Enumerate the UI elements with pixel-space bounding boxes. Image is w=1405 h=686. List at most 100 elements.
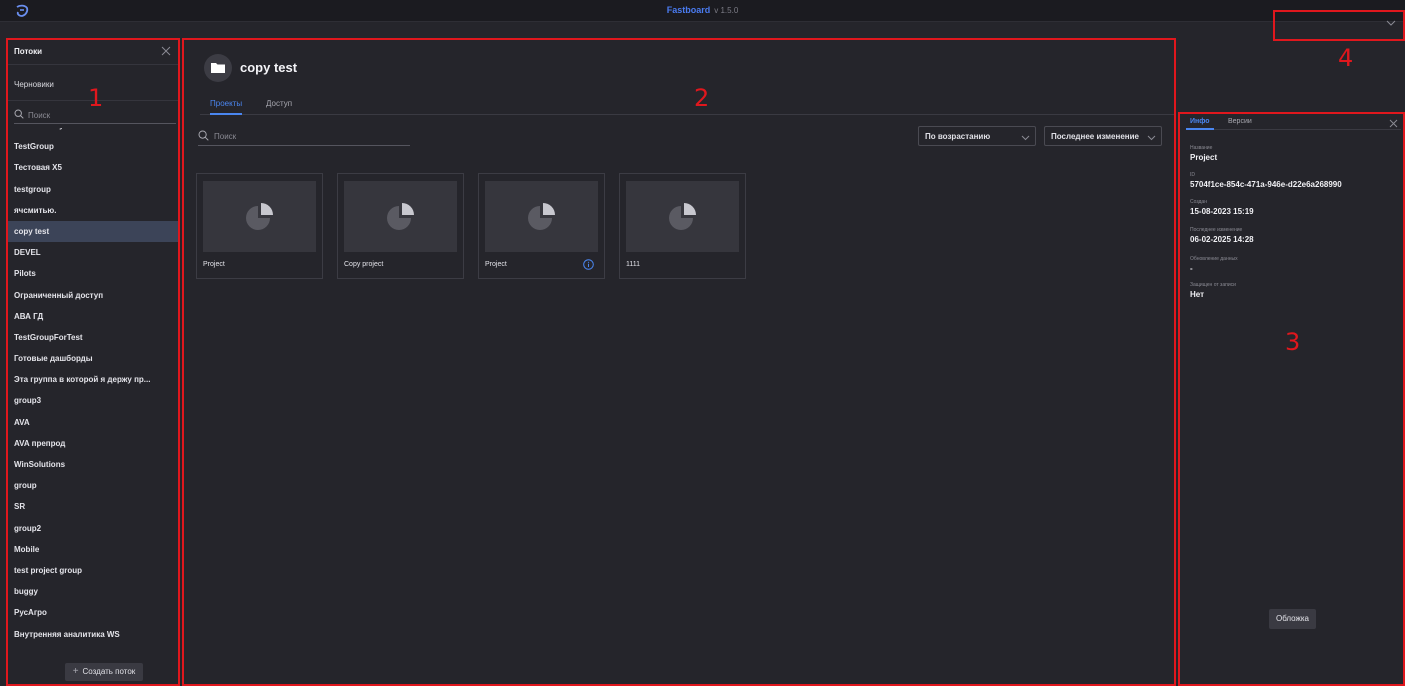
info-field-data-refresh: Обновление данных - [1190,256,1238,273]
app: Fastboardv 1.5.0 4 Потоки Черновики 1 Te… [0,0,1405,686]
sidebar-item[interactable]: TestGroup [8,136,178,157]
cover-button[interactable]: Обложка [1269,609,1316,629]
project-thumbnail [344,181,457,252]
info-field-value: Нет [1190,290,1205,299]
brand-name: Fastboard [666,5,711,15]
project-card-label: Project [203,261,225,268]
info-icon[interactable] [583,259,594,270]
sidebar-item[interactable]: group [8,475,178,496]
pie-chart-icon [528,203,555,230]
sidebar-item[interactable]: TestGroupForTest [8,327,178,348]
sidebar-item[interactable]: Ограниченный доступ [8,285,178,306]
sidebar-item[interactable]: АВА ГД [8,306,178,327]
sidebar-item[interactable]: buggy [8,581,178,602]
info-field-label: Название [1190,145,1213,151]
info-field-label: Защищен от записи [1190,282,1236,288]
info-field-value: 5704f1ce-854c-471a-946e-d22e6a268990 [1190,180,1342,189]
info-field-label: Последнее изменение [1190,227,1243,233]
tab-versions[interactable]: Версии [1228,118,1252,130]
sidebar-item[interactable]: testgroup [8,179,178,200]
project-thumbnail [626,181,739,252]
search-icon [198,130,209,141]
sidebar-title: Потоки [14,47,43,56]
page-title: copy test [240,60,298,75]
tab-projects[interactable]: Проекты [210,99,243,115]
sort-field-value: Последнее изменение [1051,132,1139,141]
sidebar-item[interactable]: ячсмитью. [8,200,178,221]
annotation-number-1: 1 [88,84,104,112]
sort-field-select[interactable]: Последнее изменение [1044,126,1162,146]
project-thumbnail [203,181,316,252]
sidebar-item[interactable]: TestFilialsalyariv [8,128,178,136]
info-field-id: ID 5704f1ce-854c-471a-946e-d22e6a268990 [1190,172,1342,189]
info-field-created: Создан 15-08-2023 15:19 [1190,199,1254,216]
project-card[interactable]: 1111 [619,173,746,279]
sidebar-header: Потоки [8,40,178,65]
info-field-write-protected: Защищен от записи Нет [1190,282,1236,299]
chevron-down-icon [1021,135,1030,141]
annotation-number-3: 3 [1285,328,1301,356]
sidebar-item[interactable]: Эта группа в которой я держу пр... [8,369,178,390]
sidebar-item[interactable]: test project group [8,560,178,581]
sidebar-item[interactable]: group2 [8,518,178,539]
folder-icon [211,63,225,73]
sidebar-item[interactable]: Готовые дашборды [8,348,178,369]
tab-access[interactable]: Доступ [266,99,292,115]
info-field-name: Название Project [1190,145,1217,162]
info-field-label: Обновление данных [1190,256,1238,262]
info-field-value: Project [1190,153,1218,162]
sidebar-item[interactable]: AVA [8,412,178,433]
folder-avatar [204,54,232,82]
pie-chart-icon [669,203,696,230]
info-field-modified: Последнее изменение 06-02-2025 14:28 [1190,227,1254,244]
info-tabs: Инфо Версии [1186,116,1401,130]
search-icon [14,109,24,119]
chevron-down-icon [1386,20,1396,26]
tab-info[interactable]: Инфо [1186,118,1214,130]
sidebar-item[interactable]: DEVEL [8,242,178,263]
annotation-number-4: 4 [1338,44,1354,72]
sidebar-item[interactable]: SR [8,496,178,517]
streams-list: TestFilialsalyariv TestGroup Тестовая X5… [8,128,178,650]
sidebar-item[interactable]: Pilots [8,263,178,284]
pie-chart-icon [387,203,414,230]
projects-search[interactable] [198,128,410,146]
project-card[interactable]: Project [196,173,323,279]
brand: Fastboard v 1.5.0 [0,5,1405,15]
streams-sidebar: Потоки Черновики 1 TestFilialsalyariv Te… [6,38,180,686]
sidebar-item[interactable]: Внутренняя аналитика WS [8,624,178,645]
sidebar-item[interactable]: Mobile [8,539,178,560]
project-thumbnail [485,181,598,252]
sort-order-select[interactable]: По возрастанию [918,126,1036,146]
project-card-label: Copy project [344,261,384,268]
project-card-selected[interactable]: Project [478,173,605,279]
sort-order-value: По возрастанию [925,132,991,141]
info-field-value: 15-08-2023 15:19 [1190,207,1254,216]
pie-chart-icon [246,203,273,230]
plus-icon: + [72,666,79,677]
chevron-down-icon [1147,135,1156,141]
main-tabs: Проекты Доступ [200,98,1174,115]
projects-search-input[interactable] [214,129,404,143]
app-version: v 1.5.0 [714,6,739,15]
sidebar-item[interactable]: group3 [8,390,178,411]
create-stream-button[interactable]: + Создать поток [65,663,143,681]
sidebar-item-active[interactable]: copy test [8,220,178,243]
sidebar-item[interactable]: РусАгро [8,602,178,623]
main-content: copy test 2 Проекты Доступ По возрастани… [182,38,1176,686]
info-field-label: Создан [1190,199,1207,205]
info-field-label: ID [1190,172,1195,178]
info-field-value: - [1190,264,1193,273]
close-icon[interactable] [160,45,172,57]
top-bar: Fastboard v 1.5.0 [0,0,1405,22]
project-card-label: 1111 [626,261,641,268]
sidebar-item[interactable]: WinSolutions [8,454,178,475]
account-dropdown[interactable] [1273,10,1405,41]
info-panel: Инфо Версии Название Project ID 5704f1ce… [1178,112,1405,686]
drafts-label: Черновики [14,80,54,89]
project-card[interactable]: Copy project [337,173,464,279]
sidebar-item[interactable]: Тестовая X5 [8,157,178,178]
sidebar-item[interactable]: AVA препрод [8,433,178,454]
close-icon[interactable] [1389,119,1398,128]
info-field-value: 06-02-2025 14:28 [1190,235,1254,244]
